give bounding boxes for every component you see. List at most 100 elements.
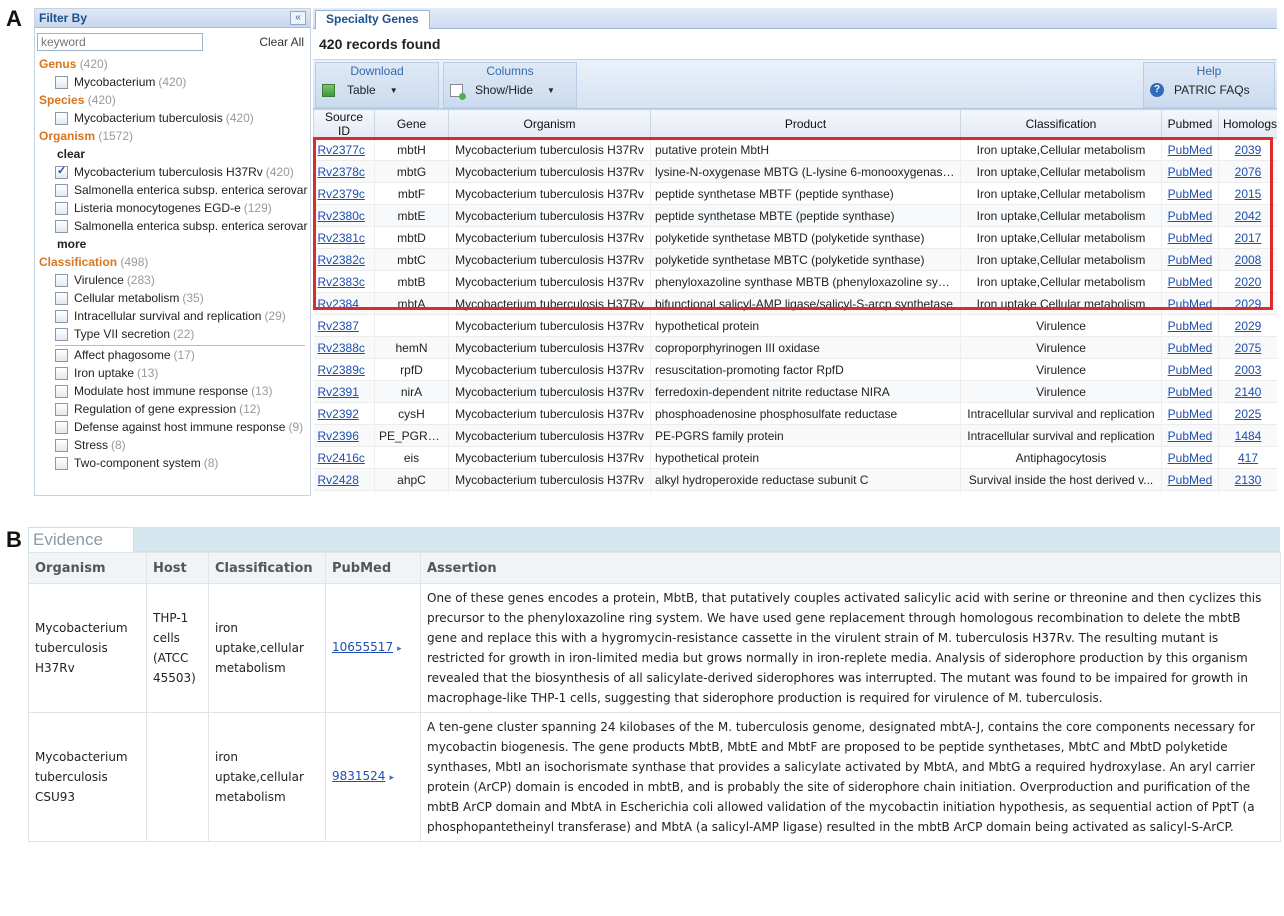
table-row[interactable]: Rv2382c mbtC Mycobacterium tuberculosis H3…	[313, 248, 1277, 271]
source-id-link[interactable]: Rv2391	[313, 380, 375, 403]
homologs-link[interactable]: 2008	[1218, 248, 1277, 271]
filter-item-classification[interactable]: Iron uptake (13)	[35, 364, 310, 382]
homologs-link[interactable]: 2017	[1218, 226, 1277, 249]
organism-more-link[interactable]: more	[35, 235, 310, 253]
filter-item-classification[interactable]: Modulate host immune response (13)	[35, 382, 310, 400]
table-row[interactable]: Rv2387 Mycobacterium tuberculosis H37Rv hy…	[313, 314, 1277, 337]
source-id-link[interactable]: Rv2378c	[313, 160, 375, 183]
homologs-link[interactable]: 2042	[1218, 204, 1277, 227]
homologs-link[interactable]: 2029	[1218, 292, 1277, 315]
source-id-link[interactable]: Rv2384	[313, 292, 375, 315]
organism-clear-link[interactable]: clear	[35, 145, 310, 163]
homologs-link[interactable]: 2025	[1218, 402, 1277, 425]
homologs-link[interactable]: 2015	[1218, 182, 1277, 205]
column-header[interactable]: Pubmed	[1161, 109, 1219, 139]
column-header[interactable]: Homologs	[1218, 109, 1277, 139]
source-id-link[interactable]: Rv2396	[313, 424, 375, 447]
checkbox[interactable]	[55, 420, 68, 434]
column-header[interactable]: Gene	[374, 109, 449, 139]
homologs-link[interactable]: 2003	[1218, 358, 1277, 381]
filter-item-classification[interactable]: Regulation of gene expression (12)	[35, 400, 310, 418]
filter-item-salmonella-2[interactable]: Salmonella enterica subsp. enterica sero…	[35, 217, 310, 235]
column-header[interactable]: Organism	[448, 109, 651, 139]
pubmed-link[interactable]: PubMed	[1161, 380, 1219, 403]
column-header[interactable]: Source ID	[313, 109, 375, 139]
filter-item-salmonella-1[interactable]: Salmonella enterica subsp. enterica sero…	[35, 181, 310, 199]
table-row[interactable]: Rv2437 Mycobacterium tuberculosis H37Rvhy…	[313, 490, 1277, 494]
table-row[interactable]: Rv2392 cysH Mycobacterium tuberculosis H37…	[313, 402, 1277, 425]
checkbox[interactable]	[55, 327, 68, 341]
filter-item-classification[interactable]: Intracellular survival and replication (2…	[35, 307, 310, 325]
table-row[interactable]: Rv2383c mbtB Mycobacterium tuberculosis H3…	[313, 270, 1277, 293]
pubmed-link[interactable]: PubMed	[1161, 248, 1219, 271]
checkbox[interactable]	[55, 219, 68, 233]
filter-item-classification[interactable]: Affect phagosome (17)	[35, 346, 310, 364]
source-id-link[interactable]: Rv2387	[313, 314, 375, 337]
filter-item-mycobacterium[interactable]: Mycobacterium (420)	[35, 73, 310, 91]
pubmed-link[interactable]: PubMed	[1161, 446, 1219, 469]
homologs-link[interactable]: 2075	[1218, 336, 1277, 359]
checkbox-checked[interactable]	[55, 162, 68, 180]
clear-all-button[interactable]: Clear All	[259, 35, 306, 49]
homologs-link[interactable]: 2039	[1218, 138, 1277, 161]
pubmed-link[interactable]: PubMed	[1161, 358, 1219, 381]
pubmed-link[interactable]: PubMed	[1161, 138, 1219, 161]
pubmed-link[interactable]: PubMed	[1161, 424, 1219, 447]
homologs-link[interactable]: 1992	[1218, 490, 1277, 494]
filter-item-classification[interactable]: Two-component system (8)	[35, 454, 310, 472]
pubmed-link[interactable]: PubMed	[1161, 314, 1219, 337]
checkbox[interactable]	[55, 201, 68, 215]
source-id-link[interactable]: Rv2381c	[313, 226, 375, 249]
checkbox[interactable]	[55, 402, 68, 416]
evidence-tab[interactable]: Evidence	[28, 527, 134, 552]
pubmed-link[interactable]: PubMed	[1161, 226, 1219, 249]
filter-item-classification[interactable]: Virulence (283)	[35, 271, 310, 289]
source-id-link[interactable]: Rv2388c	[313, 336, 375, 359]
source-id-link[interactable]: Rv2389c	[313, 358, 375, 381]
pubmed-link[interactable]: PubMed	[1161, 468, 1219, 491]
pubmed-link[interactable]: PubMed	[1161, 490, 1219, 494]
filter-item-classification[interactable]: Cellular metabolism (35)	[35, 289, 310, 307]
homologs-link[interactable]: 1484	[1218, 424, 1277, 447]
filter-item-h37rv[interactable]: Mycobacterium tuberculosis H37Rv(420)	[35, 162, 310, 181]
download-table-button[interactable]: Table ▼	[316, 79, 438, 101]
table-row[interactable]: Rv2377c mbtH Mycobacterium tuberculosis H3…	[313, 138, 1277, 161]
column-header[interactable]: Classification	[960, 109, 1162, 139]
keyword-input[interactable]	[37, 33, 203, 51]
source-id-link[interactable]: Rv2379c	[313, 182, 375, 205]
filter-item-mtb[interactable]: Mycobacterium tuberculosis (420)	[35, 109, 310, 127]
filter-item-classification[interactable]: Defense against host immune response (9)	[35, 418, 310, 436]
table-row[interactable]: Rv2384 mbtA Mycobacterium tuberculosis H37…	[313, 292, 1277, 315]
homologs-link[interactable]: 417	[1218, 446, 1277, 469]
filter-item-listeria[interactable]: Listeria monocytogenes EGD-e (129)	[35, 199, 310, 217]
checkbox[interactable]	[55, 348, 68, 362]
column-header[interactable]: Product	[650, 109, 961, 139]
show-hide-button[interactable]: Show/Hide ▼	[444, 79, 576, 101]
source-id-link[interactable]: Rv2392	[313, 402, 375, 425]
homologs-link[interactable]: 2130	[1218, 468, 1277, 491]
table-row[interactable]: Rv2380c mbtE Mycobacterium tuberculosis H3…	[313, 204, 1277, 227]
pubmed-link[interactable]: 10655517	[332, 640, 393, 654]
homologs-link[interactable]: 2020	[1218, 270, 1277, 293]
source-id-link[interactable]: Rv2377c	[313, 138, 375, 161]
table-row[interactable]: Rv2396 PE_PGRS41 Mycobacterium tuberculosi…	[313, 424, 1277, 447]
checkbox[interactable]	[55, 291, 68, 305]
filter-item-classification[interactable]: Stress (8)	[35, 436, 310, 454]
checkbox[interactable]	[55, 183, 68, 197]
checkbox[interactable]	[55, 309, 68, 323]
pubmed-link[interactable]: PubMed	[1161, 336, 1219, 359]
pubmed-link[interactable]: PubMed	[1161, 182, 1219, 205]
collapse-icon[interactable]: «	[290, 11, 306, 25]
pubmed-link[interactable]: PubMed	[1161, 270, 1219, 293]
homologs-link[interactable]: 2076	[1218, 160, 1277, 183]
source-id-link[interactable]: Rv2416c	[313, 446, 375, 469]
table-row[interactable]: Rv2389c rpfD Mycobacterium tuberculosis H3…	[313, 358, 1277, 381]
pubmed-link[interactable]: PubMed	[1161, 160, 1219, 183]
checkbox[interactable]	[55, 366, 68, 380]
pubmed-link[interactable]: PubMed	[1161, 204, 1219, 227]
table-row[interactable]: Rv2379c mbtF Mycobacterium tuberculosis H3…	[313, 182, 1277, 205]
checkbox[interactable]	[55, 111, 68, 125]
table-row[interactable]: Rv2391 nirA Mycobacterium tuberculosis H37…	[313, 380, 1277, 403]
table-row[interactable]: Rv2378c mbtG Mycobacterium tuberculosis H3…	[313, 160, 1277, 183]
source-id-link[interactable]: Rv2382c	[313, 248, 375, 271]
